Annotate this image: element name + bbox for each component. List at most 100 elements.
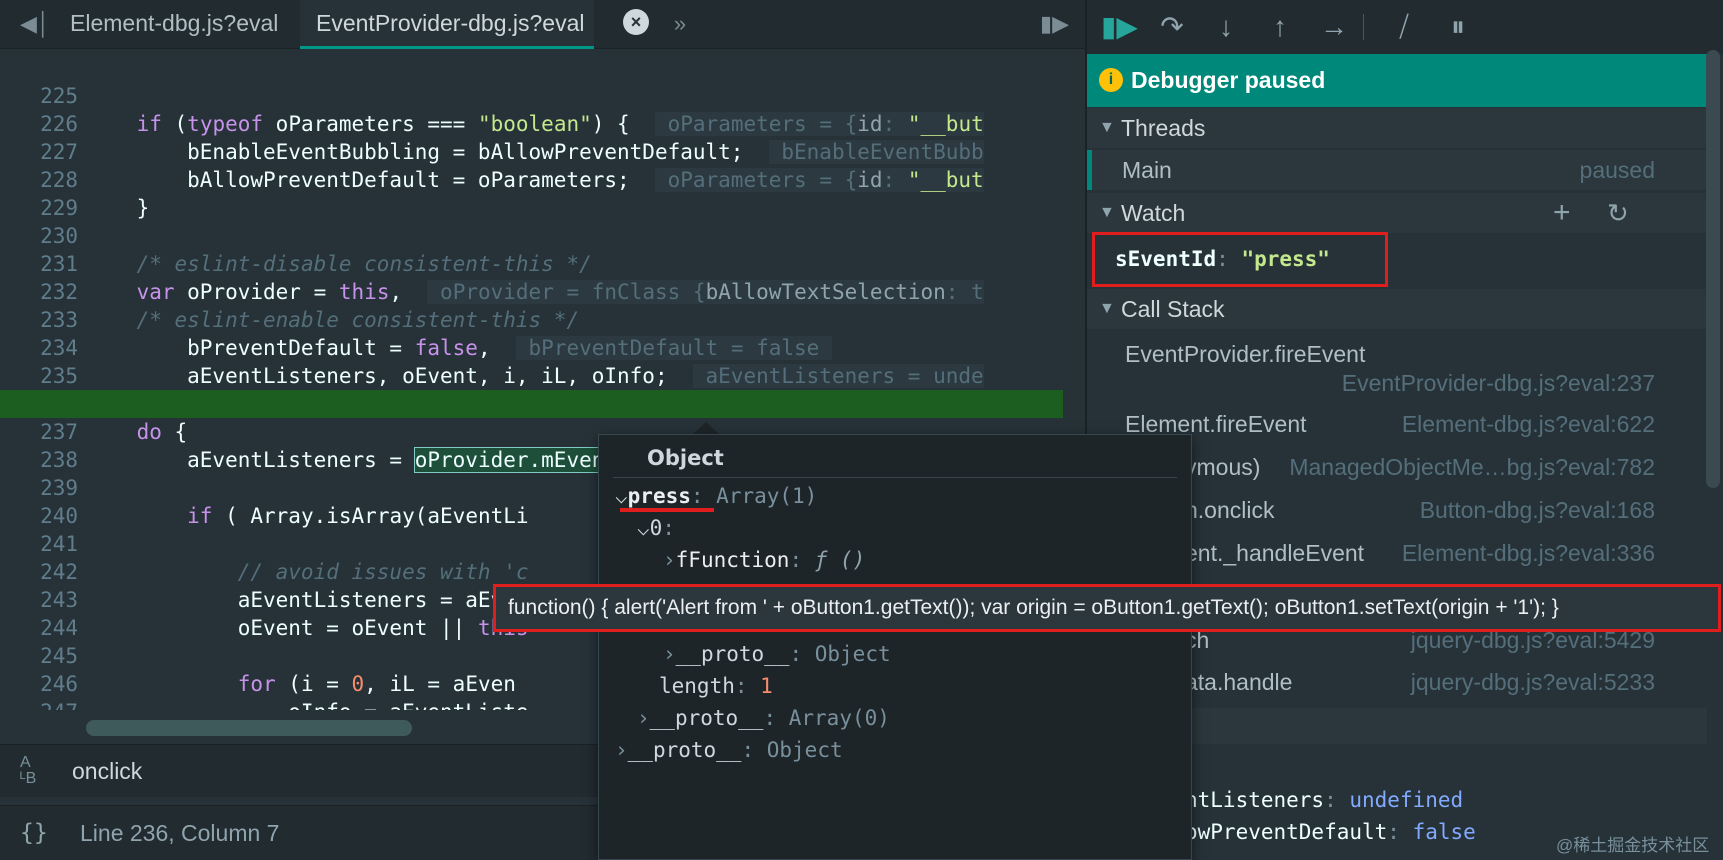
node-type: Array(1) bbox=[716, 484, 818, 508]
paused-label: Debugger paused bbox=[1131, 67, 1326, 93]
code-line-current[interactable]: 237 aEventListeners = oProvider.mEventRe… bbox=[0, 390, 1063, 473]
tree-node-proto-root[interactable]: ›__proto__: Object bbox=[615, 735, 843, 765]
step-icon[interactable]: → bbox=[1317, 10, 1351, 44]
press-highlight-underline bbox=[620, 508, 714, 512]
vertical-scrollbar[interactable] bbox=[1706, 50, 1720, 488]
code-line[interactable]: 235 bbox=[0, 334, 1063, 388]
frame-function: ata.handle bbox=[1185, 669, 1293, 695]
tab-eventprovider-dbg[interactable]: EventProvider-dbg.js?eval bbox=[300, 0, 594, 49]
code-line[interactable]: 231 var oProvider = this, oProvider = fn… bbox=[0, 222, 1063, 304]
frame-function: n.onclick bbox=[1185, 497, 1275, 523]
frame-location: EventProvider-dbg.js?eval:237 bbox=[1341, 370, 1655, 396]
chevron-right-icon[interactable]: › bbox=[615, 738, 628, 762]
tree-node-length: length: 1 bbox=[659, 674, 773, 698]
node-key: press bbox=[627, 484, 691, 508]
step-out-icon[interactable]: ↑ bbox=[1263, 10, 1297, 44]
expand-triangle-icon: ▼ bbox=[1099, 119, 1115, 136]
callstack-section-header[interactable]: ▼ Call Stack bbox=[1087, 289, 1707, 329]
frame-location: ManagedObjectMe…bg.js?eval:782 bbox=[1289, 454, 1655, 480]
threads-section-header[interactable]: ▼ Threads bbox=[1087, 108, 1707, 148]
code-line[interactable]: 232 /* eslint-enable consistent-this */ bbox=[0, 250, 1063, 332]
node-value: Array(0) bbox=[788, 706, 890, 730]
node-key: __proto__ bbox=[649, 706, 764, 730]
node-key: fFunction bbox=[675, 548, 790, 572]
node-key: __proto__ bbox=[627, 738, 742, 762]
node-key: length bbox=[659, 674, 735, 698]
editor-tab-bar: ◀│ Element-dbg.js?eval EventProvider-dbg… bbox=[0, 0, 1085, 49]
frame-location: jquery-dbg.js?eval:5233 bbox=[1410, 669, 1655, 695]
frame-function: ymous) bbox=[1185, 454, 1261, 480]
chevron-right-icon[interactable]: › bbox=[663, 548, 676, 572]
scope-var-value: false bbox=[1412, 820, 1476, 844]
pause-on-exceptions-icon[interactable]: ⏸ bbox=[1441, 10, 1475, 44]
section-title: Call Stack bbox=[1121, 296, 1225, 322]
code-line[interactable]: 227 bAllowPreventDefault = oParameters; … bbox=[0, 110, 1063, 192]
chevron-double-right-icon[interactable]: » bbox=[666, 10, 694, 38]
watch-highlight-box bbox=[1092, 232, 1388, 287]
case-sensitive-icon[interactable]: AᴸB bbox=[20, 755, 50, 787]
scope-var-value: undefined bbox=[1349, 788, 1464, 812]
section-title: Watch bbox=[1121, 200, 1186, 226]
code-line[interactable]: 236 do { bbox=[0, 362, 1063, 444]
code-line[interactable]: 230 /* eslint-disable consistent-this */ bbox=[0, 194, 1063, 276]
code-line[interactable]: 229 bbox=[0, 166, 1063, 220]
frame-function: ent._handleEvent bbox=[1185, 540, 1365, 566]
tab-label: EventProvider-dbg.js?eval bbox=[316, 10, 585, 36]
refresh-icon[interactable]: ↻ bbox=[1607, 193, 1629, 233]
pretty-print-icon[interactable]: {} bbox=[20, 806, 48, 860]
deactivate-breakpoints-icon[interactable]: ⧸ bbox=[1387, 10, 1421, 44]
tree-node-proto-array[interactable]: ›__proto__: Array(0) bbox=[637, 703, 890, 733]
watermark: @稀土掘金技术社区 bbox=[1556, 836, 1710, 855]
node-value: ƒ () bbox=[814, 548, 866, 572]
horizontal-scrollbar[interactable] bbox=[86, 720, 412, 736]
expand-triangle-icon: ▼ bbox=[1099, 300, 1115, 317]
chevron-down-icon[interactable]: ⌵ bbox=[637, 516, 650, 540]
close-icon[interactable]: × bbox=[623, 9, 649, 35]
tree-node-press[interactable]: ⌵press: Array(1) bbox=[615, 481, 817, 511]
step-into-icon[interactable]: ↓ bbox=[1209, 10, 1243, 44]
function-source-tooltip: function() { alert('Alert from ' + oButt… bbox=[493, 584, 1721, 632]
thread-item-main[interactable]: Main paused bbox=[1087, 150, 1707, 190]
popup-title: Object bbox=[647, 446, 724, 470]
frame-location: Element-dbg.js?eval:622 bbox=[1401, 411, 1655, 437]
tree-node-ffunction[interactable]: ›fFunction: ƒ () bbox=[663, 545, 865, 575]
node-value: Object bbox=[814, 642, 891, 666]
tab-element-dbg[interactable]: Element-dbg.js?eval bbox=[54, 0, 300, 49]
code-line[interactable]: 233 bPreventDefault = false, bPreventDef… bbox=[0, 278, 1063, 360]
frame-location: Button-dbg.js?eval:168 bbox=[1419, 497, 1655, 523]
resume-icon[interactable]: ▮▶ bbox=[1101, 10, 1138, 44]
node-key: __proto__ bbox=[675, 642, 790, 666]
toggle-panel-icon[interactable]: ▮▶ bbox=[1040, 10, 1069, 38]
thread-name: Main bbox=[1122, 157, 1172, 183]
expand-triangle-icon: ▼ bbox=[1099, 204, 1115, 221]
code-line[interactable]: 228 } bbox=[0, 138, 1063, 220]
step-over-icon[interactable]: ↷ bbox=[1155, 10, 1189, 44]
thread-state: paused bbox=[1579, 157, 1655, 183]
code-line[interactable]: 226 bEnableEventBubbling = bAllowPrevent… bbox=[0, 82, 1063, 164]
info-icon: i bbox=[1099, 68, 1123, 92]
chevron-right-icon[interactable]: › bbox=[637, 706, 650, 730]
scope-var-name: owPreventDefault bbox=[1185, 820, 1388, 844]
object-preview-popup[interactable]: Object ⌵press: Array(1) ⌵0: ›fFunction: … bbox=[598, 434, 1192, 860]
search-input[interactable]: onclick bbox=[72, 745, 142, 798]
code-line[interactable]: 234 aEventListeners, oEvent, i, iL, oInf… bbox=[0, 306, 1063, 388]
code-line[interactable]: 225 if (typeof oParameters === "boolean"… bbox=[0, 54, 1063, 136]
node-key: 0 bbox=[649, 516, 663, 540]
tree-node-index[interactable]: ⌵0: bbox=[637, 513, 675, 543]
node-value: Object bbox=[766, 738, 843, 762]
cursor-position: Line 236, Column 7 bbox=[80, 820, 280, 846]
debugger-toolbar: ▮▶ ↷ ↓ ↑ → ⧸ ⏸ bbox=[1087, 0, 1723, 54]
add-icon[interactable]: + bbox=[1553, 193, 1571, 233]
popup-divider bbox=[613, 477, 1177, 478]
section-title: Threads bbox=[1121, 115, 1206, 141]
node-value: 1 bbox=[760, 674, 773, 698]
toolbar-divider bbox=[1363, 14, 1364, 40]
watch-section-header[interactable]: ▼ Watch + ↻ bbox=[1087, 193, 1707, 233]
chevron-down-icon[interactable]: ⌵ bbox=[615, 484, 628, 508]
collapse-sidebar-icon[interactable]: ◀│ bbox=[20, 10, 51, 38]
frame-location: Element-dbg.js?eval:336 bbox=[1401, 540, 1655, 566]
call-frame-location[interactable]: EventProvider-dbg.js?eval:237 bbox=[1087, 363, 1707, 403]
tree-node-proto[interactable]: ›__proto__: Object bbox=[663, 639, 891, 669]
chevron-right-icon[interactable]: › bbox=[663, 642, 676, 666]
debugger-paused-banner: i Debugger paused bbox=[1087, 54, 1707, 107]
